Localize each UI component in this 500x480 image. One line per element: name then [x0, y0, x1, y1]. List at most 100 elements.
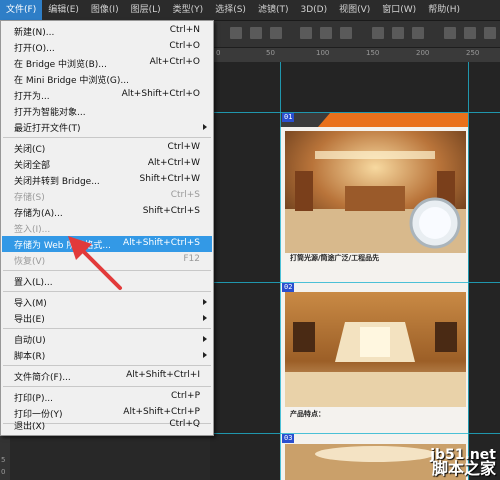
- submenu-arrow-icon: [203, 336, 207, 342]
- menu-item-shortcut: Alt+Shift+Ctrl+O: [121, 89, 200, 99]
- align-right-icon[interactable]: [340, 27, 352, 39]
- ruler-label: 150: [366, 49, 380, 57]
- menu-window[interactable]: 窗口(W): [376, 0, 422, 20]
- align-center-icon[interactable]: [320, 27, 332, 39]
- menu-item-label: 在 Bridge 中浏览(B)...: [14, 60, 107, 70]
- guide-line[interactable]: [280, 62, 281, 480]
- menu-item-label: 脚本(R): [14, 352, 46, 362]
- menu-item-print[interactable]: 打印(P)... Ctrl+P: [2, 389, 212, 405]
- menu-item-label: 在 Mini Bridge 中浏览(G)...: [14, 76, 129, 86]
- menu-item-save-for-web[interactable]: 存储为 Web 所用格式... Alt+Shift+Ctrl+S: [2, 236, 212, 252]
- distribute-middle-icon[interactable]: [392, 27, 404, 39]
- align-bottom-icon[interactable]: [270, 27, 282, 39]
- ruler-label: 0: [1, 468, 6, 476]
- menu-bar: 文件(F) 编辑(E) 图像(I) 图层(L) 类型(Y) 选择(S) 滤镜(T…: [0, 0, 500, 21]
- align-left-icon[interactable]: [300, 27, 312, 39]
- menu-item-label: 导入(M): [14, 299, 47, 309]
- menu-item-place[interactable]: 置入(L)...: [2, 273, 212, 289]
- menu-edit[interactable]: 编辑(E): [42, 0, 85, 20]
- room-photo: [285, 131, 466, 253]
- distribute-right-icon[interactable]: [484, 27, 496, 39]
- caption-2: 产品特点：: [290, 410, 460, 418]
- menu-item-label: 退出(X): [14, 422, 46, 432]
- menu-item-label: 打开(O)...: [14, 44, 55, 54]
- menu-item-label: 自动(U): [14, 336, 46, 346]
- menu-item-label: 存储为 Web 所用格式...: [14, 241, 111, 251]
- distribute-bottom-icon[interactable]: [412, 27, 424, 39]
- banner-stripe: [318, 113, 468, 127]
- ruler-label: 200: [416, 49, 430, 57]
- menu-file[interactable]: 文件(F): [0, 0, 43, 20]
- ruler-label: 0: [216, 49, 221, 57]
- menu-item-shortcut: Ctrl+Q: [169, 419, 200, 429]
- menu-item-shortcut: Shift+Ctrl+W: [139, 174, 200, 184]
- menu-item-label: 打开为智能对象...: [14, 108, 86, 118]
- menu-item-scripts[interactable]: 脚本(R): [2, 347, 212, 363]
- distribute-top-icon[interactable]: [372, 27, 384, 39]
- watermark-name: 脚本之家: [431, 459, 496, 478]
- document-banner: [280, 113, 468, 127]
- slice-tag-02[interactable]: 02: [282, 283, 295, 292]
- watermark: jb51.net 脚本之家: [430, 448, 496, 478]
- menu-item-recent-files[interactable]: 最近打开文件(T): [2, 119, 212, 135]
- menu-item-automate[interactable]: 自动(U): [2, 331, 212, 347]
- menu-item-shortcut: Alt+Shift+Ctrl+S: [123, 238, 200, 248]
- distribute-center-icon[interactable]: [464, 27, 476, 39]
- menu-filter[interactable]: 滤镜(T): [252, 0, 295, 20]
- menu-item-shortcut: Ctrl+P: [171, 391, 200, 401]
- submenu-arrow-icon: [203, 315, 207, 321]
- menu-item-save[interactable]: 存储(S) Ctrl+S: [2, 188, 212, 204]
- menu-item-exit[interactable]: 退出(X) Ctrl+Q: [2, 417, 212, 433]
- menu-item-import[interactable]: 导入(M): [2, 294, 212, 310]
- menu-item-browse-bridge[interactable]: 在 Bridge 中浏览(B)... Alt+Ctrl+O: [2, 55, 212, 71]
- menu-item-label: 打印(P)...: [14, 394, 54, 404]
- slice-tag-03[interactable]: 03: [282, 434, 295, 443]
- menu-item-open-as[interactable]: 打开为... Alt+Shift+Ctrl+O: [2, 87, 212, 103]
- menu-type[interactable]: 类型(Y): [167, 0, 210, 20]
- menu-item-label: 关闭全部: [14, 161, 51, 171]
- menu-item-new[interactable]: 新建(N)... Ctrl+N: [2, 23, 212, 39]
- menu-item-close[interactable]: 关闭(C) Ctrl+W: [2, 140, 212, 156]
- menu-item-open[interactable]: 打开(O)... Ctrl+O: [2, 39, 212, 55]
- corridor-photo-image: [285, 292, 466, 407]
- menu-image[interactable]: 图像(I): [85, 0, 125, 20]
- menu-layer[interactable]: 图层(L): [125, 0, 167, 20]
- menu-item-close-go-bridge[interactable]: 关闭并转到 Bridge... Shift+Ctrl+W: [2, 172, 212, 188]
- ruler-label: 5: [1, 456, 6, 464]
- menu-item-label: 关闭并转到 Bridge...: [14, 177, 100, 187]
- menu-item-close-all[interactable]: 关闭全部 Alt+Ctrl+W: [2, 156, 212, 172]
- align-top-icon[interactable]: [230, 27, 242, 39]
- menu-separator: [3, 137, 211, 138]
- menu-item-file-info[interactable]: 文件简介(F)... Alt+Shift+Ctrl+I: [2, 368, 212, 384]
- menu-item-check-in[interactable]: 签入(I)...: [2, 220, 212, 236]
- menu-item-shortcut: Ctrl+S: [170, 190, 200, 200]
- corridor-photo: [285, 292, 466, 407]
- menu-item-export[interactable]: 导出(E): [2, 310, 212, 326]
- guide-line[interactable]: [210, 112, 500, 113]
- menu-view[interactable]: 视图(V): [333, 0, 376, 20]
- menu-item-label: 关闭(C): [14, 145, 46, 155]
- file-menu: 新建(N)... Ctrl+N 打开(O)... Ctrl+O 在 Bridge…: [0, 20, 214, 436]
- menu-help[interactable]: 帮助(H): [422, 0, 466, 20]
- submenu-arrow-icon: [203, 299, 207, 305]
- slice-tag-01[interactable]: 01: [282, 113, 295, 122]
- menu-item-revert[interactable]: 恢复(V) F12: [2, 252, 212, 268]
- menu-item-label: 最近打开文件(T): [14, 124, 81, 134]
- guide-line[interactable]: [210, 282, 500, 283]
- guide-line[interactable]: [468, 62, 469, 480]
- menu-item-label: 签入(I)...: [14, 225, 51, 235]
- submenu-arrow-icon: [203, 352, 207, 358]
- menu-item-label: 打开为...: [14, 92, 50, 102]
- menu-item-browse-mini-bridge[interactable]: 在 Mini Bridge 中浏览(G)...: [2, 71, 212, 87]
- guide-line[interactable]: [210, 433, 500, 434]
- menu-item-label: 导出(E): [14, 315, 45, 325]
- menu-3d[interactable]: 3D(D): [294, 0, 333, 20]
- menu-item-open-smart-object[interactable]: 打开为智能对象...: [2, 103, 212, 119]
- menu-select[interactable]: 选择(S): [209, 0, 252, 20]
- align-middle-icon[interactable]: [250, 27, 262, 39]
- menu-separator: [3, 328, 211, 329]
- submenu-arrow-icon: [203, 124, 207, 130]
- distribute-left-icon[interactable]: [444, 27, 456, 39]
- menu-item-save-as[interactable]: 存储为(A)... Shift+Ctrl+S: [2, 204, 212, 220]
- horizontal-ruler[interactable]: 0 50 100 150 200 250: [210, 48, 500, 63]
